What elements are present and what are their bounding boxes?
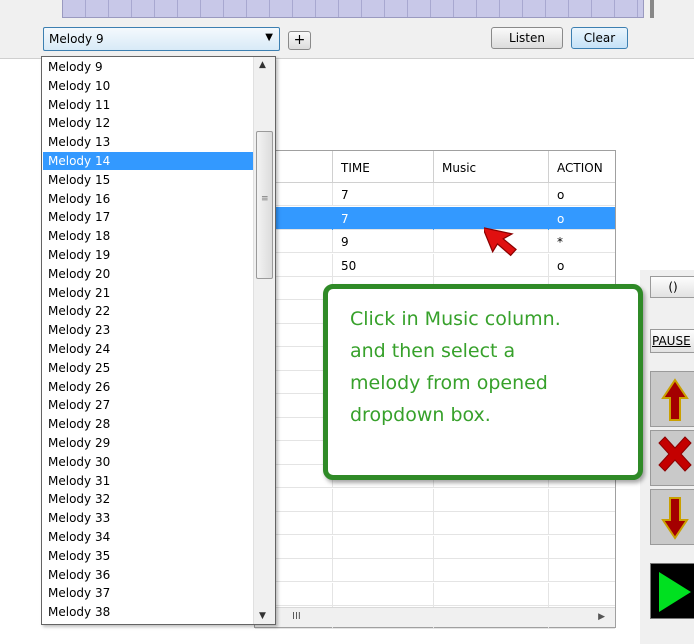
dropdown-option[interactable]: Melody 28 (43, 415, 254, 433)
dropdown-option[interactable]: Melody 9 (43, 58, 254, 76)
play-icon (659, 572, 691, 612)
table-cell-action[interactable]: o (549, 254, 615, 277)
move-up-button[interactable] (650, 371, 694, 427)
clear-button[interactable]: Clear (571, 27, 628, 49)
close-x-icon (658, 436, 692, 472)
dropdown-option[interactable]: Melody 21 (43, 284, 254, 302)
table-row[interactable] (255, 582, 615, 606)
dropdown-scroll-thumb[interactable]: ≡ (256, 131, 273, 279)
pause-button[interactable]: PAUSE (650, 329, 694, 353)
dropdown-option[interactable]: Melody 30 (43, 453, 254, 471)
dropdown-option[interactable]: Melody 27 (43, 396, 254, 414)
dropdown-option[interactable]: Melody 15 (43, 171, 254, 189)
dropdown-option[interactable]: Melody 32 (43, 490, 254, 508)
table-cell-time[interactable]: 7 (333, 206, 434, 230)
melody-select-value: Melody 9 (49, 32, 104, 46)
dropdown-option[interactable]: Melody 23 (43, 321, 254, 339)
table-cell-time[interactable]: 7 (333, 183, 434, 206)
dropdown-option[interactable]: Melody 24 (43, 340, 254, 358)
table-cell-action[interactable] (549, 559, 615, 582)
melody-timeline-strip[interactable] (62, 0, 644, 18)
table-cell-action[interactable] (549, 536, 615, 559)
table-cell-time[interactable]: 50 (333, 253, 434, 277)
table-row[interactable]: 7o (255, 183, 615, 206)
table-cell-time[interactable] (333, 535, 434, 559)
dropdown-option[interactable]: Melody 36 (43, 566, 254, 584)
play-button[interactable] (650, 563, 694, 619)
table-cell-time[interactable] (333, 559, 434, 582)
scroll-down-icon[interactable]: ▼ (259, 611, 266, 621)
table-cell-time[interactable]: 9 (333, 230, 434, 253)
move-down-button[interactable] (650, 489, 694, 545)
table-cell-music[interactable] (434, 183, 549, 206)
table-row[interactable] (255, 512, 615, 535)
arrow-down-icon (661, 497, 689, 540)
dropdown-option[interactable]: Melody 12 (43, 114, 254, 132)
dropdown-option[interactable]: Melody 17 (43, 208, 254, 226)
dropdown-option[interactable]: Melody 35 (43, 547, 254, 565)
melody-dropdown-list[interactable]: Melody 9 Melody 10 Melody 11 Melody 12 Melod… (41, 56, 276, 625)
table-cell-music[interactable] (434, 582, 549, 606)
dropdown-option[interactable]: Melody 13 (43, 133, 254, 151)
dropdown-option[interactable]: Melody 26 (43, 378, 254, 396)
table-row[interactable]: 7o (255, 206, 615, 230)
horizontal-scrollbar[interactable]: III ▶ (255, 607, 615, 627)
dropdown-option[interactable]: Melody 19 (43, 246, 254, 264)
dropdown-option[interactable]: Melody 34 (43, 528, 254, 546)
table-cell-music[interactable] (434, 559, 549, 582)
bracket-button[interactable]: () (650, 276, 694, 298)
column-header-action[interactable]: ACTION (549, 151, 615, 183)
listen-button[interactable]: Listen (491, 27, 563, 49)
dropdown-option[interactable]: Melody 14 (43, 152, 254, 170)
table-cell-time[interactable] (333, 488, 434, 512)
thumb-grip-icon: ≡ (261, 194, 269, 204)
table-cell-time[interactable] (333, 512, 434, 535)
table-cell-music[interactable] (434, 488, 549, 512)
dropdown-option[interactable]: Melody 18 (43, 227, 254, 245)
dropdown-option[interactable]: Melody 16 (43, 190, 254, 208)
table-cell-action[interactable] (549, 489, 615, 512)
table-row[interactable]: 50 o (255, 253, 615, 277)
dropdown-option[interactable]: Melody 10 (43, 77, 254, 95)
table-cell-action[interactable]: * (549, 230, 615, 253)
timeline-edge (650, 0, 654, 18)
column-header-music[interactable]: Music (434, 151, 549, 183)
dropdown-option[interactable]: Melody 22 (43, 302, 254, 320)
dropdown-option[interactable]: Melody 31 (43, 472, 254, 490)
mouse-pointer-icon (484, 226, 517, 257)
arrow-up-icon (661, 378, 689, 421)
table-cell-music[interactable] (434, 512, 549, 535)
melody-select[interactable]: Melody 9 ▼ (43, 27, 280, 51)
dropdown-option[interactable]: Melody 11 (43, 96, 254, 114)
table-row[interactable]: 9 * (255, 230, 615, 253)
table-cell-music[interactable] (434, 535, 549, 559)
dropdown-option[interactable]: Melody 25 (43, 359, 254, 377)
table-row[interactable] (255, 559, 615, 582)
dropdown-option[interactable]: Melody 33 (43, 509, 254, 527)
dropdown-option[interactable]: Melody 38 (43, 603, 254, 621)
add-melody-button[interactable]: + (288, 31, 311, 50)
table-cell-action[interactable]: o (549, 183, 615, 206)
table-cell-action[interactable] (549, 583, 615, 606)
dropdown-option[interactable]: Melody 20 (43, 265, 254, 283)
table-cell-action[interactable]: o (549, 207, 615, 230)
scroll-right-icon[interactable]: ▶ (598, 612, 605, 622)
dropdown-option[interactable]: Melody 37 (43, 584, 254, 602)
column-header-time[interactable]: TIME (333, 151, 434, 183)
delete-button[interactable] (650, 430, 694, 486)
table-cell-time[interactable] (333, 582, 434, 606)
table-row[interactable] (255, 535, 615, 559)
table-cell-action[interactable] (549, 512, 615, 535)
chevron-down-icon[interactable]: ▼ (265, 32, 273, 43)
callout-text: Click in Music column. and then select a… (350, 308, 561, 426)
table-row[interactable] (255, 488, 615, 512)
instruction-callout: Click in Music column. and then select a… (323, 284, 643, 480)
scroll-up-icon[interactable]: ▲ (259, 60, 266, 70)
dropdown-option[interactable]: Melody 29 (43, 434, 254, 452)
scroll-grip-icon[interactable]: III (292, 611, 301, 622)
